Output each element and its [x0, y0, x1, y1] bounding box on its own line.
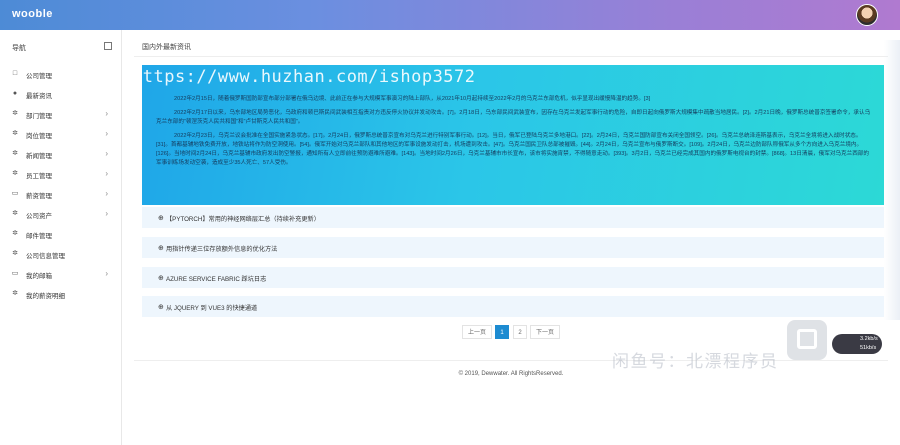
page-title: 国内外最新资讯	[142, 44, 191, 51]
accordion-item-4[interactable]: ⊕ 从 JQUERY 到 VUE3 的快捷通道	[142, 296, 884, 318]
sidebar-item-label: 员工管理	[26, 173, 52, 180]
plus-icon: ⊕	[158, 304, 164, 311]
sidebar-nav: □ 公司管理 ● 最新资讯 ✲ 部门管理 › ✲ 岗位管理 › ✲ 新闻管理 › ✲ 员工管理 › ▭ 薪资管理 ›…	[0, 64, 122, 304]
news-paragraph-2: 2022年2月17日以来，乌东部地区局势恶化，乌政府和顿巴斯民间武装相互指责对方…	[156, 110, 871, 125]
sidebar-item-label: 部门管理	[26, 113, 52, 120]
news-hero-panel: 2022年2月15日，随着俄罗斯国防部宣布部分部署在俄乌边境、此前正在参与大规模…	[142, 65, 884, 205]
sidebar-item-label: 公司信息管理	[26, 253, 65, 260]
download-speed: 51kb/s	[860, 345, 877, 351]
accordion-item-1[interactable]: ⊕ 【PYTORCH】常用的神经网络层汇总（持续补充更新）	[142, 207, 884, 229]
sidebar-item-8[interactable]: ✲ 公司资产 ›	[0, 204, 122, 224]
main-content: 国内外最新资讯 2022年2月15日，随着俄罗斯国防部宣布部分部署在俄乌边境、此…	[122, 30, 900, 445]
network-speed-widget: 3.2kb/s 51kb/s	[832, 334, 882, 354]
chevron-right-icon: ›	[105, 109, 108, 118]
chevron-right-icon: ›	[105, 169, 108, 178]
upload-speed: 3.2kb/s	[860, 336, 878, 342]
gear-icon: ✲	[12, 130, 18, 137]
news-paragraph-1: 2022年2月15日，随着俄罗斯国防部宣布部分部署在俄乌边境、此前正在参与大规模…	[174, 96, 651, 102]
sidebar-header: 导航	[0, 40, 122, 54]
gear-icon: ✲	[12, 150, 18, 157]
laptop-icon: ▭	[11, 270, 19, 277]
top-bar: wooble	[0, 0, 900, 30]
sidebar-item-11[interactable]: ▭ 我的邮箱 ›	[0, 264, 122, 284]
sidebar-item-4[interactable]: ✲ 岗位管理 ›	[0, 124, 122, 144]
news-paragraph-3: 2022年2月23日，乌克兰议会批准在全国实施紧急状态。[17]。2月24日，俄…	[156, 133, 869, 166]
accordion-item-3[interactable]: ⊕ AZURE SERVICE FABRIC 踩坑日志	[142, 267, 884, 289]
sidebar-item-label: 岗位管理	[26, 133, 52, 140]
gear-icon: ✲	[12, 210, 18, 217]
square-icon: □	[12, 70, 18, 77]
accordion-item-label: 【PYTORCH】常用的神经网络层汇总（持续补充更新）	[166, 216, 320, 223]
app-logo[interactable]: wooble	[12, 8, 53, 20]
sidebar-item-2[interactable]: ● 最新资讯	[0, 84, 122, 104]
sidebar-item-label: 公司管理	[26, 73, 52, 80]
sidebar-item-label: 我的邮箱	[26, 273, 52, 280]
user-icon: ●	[12, 90, 18, 97]
sidebar-item-12[interactable]: ✲ 我的薪资明细	[0, 284, 122, 304]
pagination-page-2[interactable]: 2	[513, 325, 527, 339]
gear-icon: ✲	[12, 250, 18, 257]
pagination-page-1[interactable]: 1	[495, 325, 509, 339]
accordion-item-2[interactable]: ⊕ 用指针传递三位存放额外信息的优化方法	[142, 237, 884, 259]
sidebar-item-5[interactable]: ✲ 新闻管理 ›	[0, 144, 122, 164]
sidebar-item-label: 最新资讯	[26, 93, 52, 100]
sidebar-item-6[interactable]: ✲ 员工管理 ›	[0, 164, 122, 184]
sidebar-item-9[interactable]: ✲ 邮件管理	[0, 224, 122, 244]
sidebar-item-label: 邮件管理	[26, 233, 52, 240]
user-avatar[interactable]	[856, 4, 878, 26]
pagination-prev-button[interactable]: 上一页	[462, 325, 492, 339]
gear-icon: ✲	[12, 230, 18, 237]
accordion-item-label: AZURE SERVICE FABRIC 踩坑日志	[166, 276, 267, 283]
gear-icon: ✲	[12, 110, 18, 117]
chevron-right-icon: ›	[105, 129, 108, 138]
accordion-item-label: 用指针传递三位存放额外信息的优化方法	[166, 246, 278, 253]
laptop-icon: ▭	[11, 190, 19, 197]
sidebar-item-label: 我的薪资明细	[26, 293, 65, 300]
plus-icon: ⊕	[158, 245, 164, 252]
news-article-body: 2022年2月15日，随着俄罗斯国防部宣布部分部署在俄乌边境、此前正在参与大规模…	[156, 95, 872, 173]
chevron-right-icon: ›	[105, 149, 108, 158]
sidebar-item-label: 新闻管理	[26, 153, 52, 160]
chevron-right-icon: ›	[105, 189, 108, 198]
sidebar-item-7[interactable]: ▭ 薪资管理 ›	[0, 184, 122, 204]
sidebar-item-10[interactable]: ✲ 公司信息管理	[0, 244, 122, 264]
sidebar-item-label: 公司资产	[26, 213, 52, 220]
footer-copyright: © 2019, Dewwater. All RightsReserved.	[458, 371, 564, 377]
accordion-item-label: 从 JQUERY 到 VUE3 的快捷通道	[166, 305, 258, 312]
plus-icon: ⊕	[158, 275, 164, 282]
collapse-icon[interactable]	[104, 42, 112, 50]
url-watermark: https://www.huzhan.com/ishop3572	[142, 67, 476, 87]
pagination-next-button[interactable]: 下一页	[530, 325, 560, 339]
title-divider	[134, 56, 888, 57]
sidebar-title: 导航	[12, 45, 26, 52]
brand-logo-icon	[787, 320, 827, 360]
plus-icon: ⊕	[158, 215, 164, 222]
sidebar-item-1[interactable]: □ 公司管理	[0, 64, 122, 84]
sidebar-item-3[interactable]: ✲ 部门管理 ›	[0, 104, 122, 124]
sidebar-item-label: 薪资管理	[26, 193, 52, 200]
gear-icon: ✲	[12, 290, 18, 297]
scroll-edge-shadow	[884, 40, 900, 320]
sidebar: 导航 □ 公司管理 ● 最新资讯 ✲ 部门管理 › ✲ 岗位管理 › ✲ 新闻管理 › ✲ 员工管理 › ▭ 薪资…	[0, 30, 122, 445]
chevron-right-icon: ›	[105, 209, 108, 218]
chevron-right-icon: ›	[105, 269, 108, 278]
brand-watermark: 闲鱼号：北漂程序员	[612, 352, 779, 371]
gear-icon: ✲	[12, 170, 18, 177]
